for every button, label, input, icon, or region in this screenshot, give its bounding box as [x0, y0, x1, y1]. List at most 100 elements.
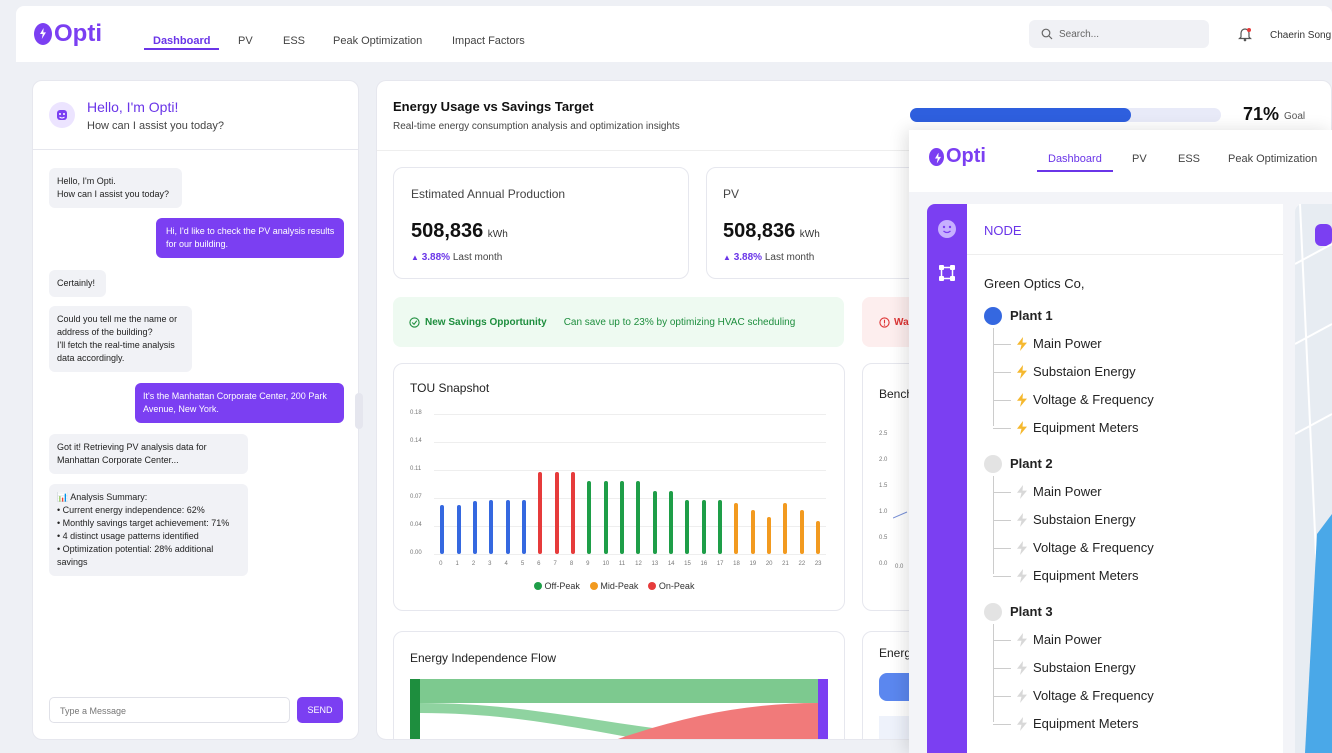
plant-node[interactable]: Plant 3	[1010, 604, 1053, 619]
bar[interactable]	[799, 510, 804, 554]
plant-icon	[984, 307, 1002, 325]
savings-alert[interactable]: New Savings Opportunity Can save up to 2…	[393, 297, 844, 347]
tree-branch	[993, 400, 1011, 401]
bar[interactable]	[505, 499, 510, 554]
bar[interactable]	[538, 472, 543, 554]
overlay-tab-dashboard[interactable]: Dashboard	[1048, 153, 1102, 165]
tree-branch	[993, 520, 1011, 521]
y-tick-label: 0.11	[410, 466, 422, 472]
bar[interactable]	[668, 491, 673, 554]
bar[interactable]	[472, 501, 477, 554]
tab-dashboard[interactable]: Dashboard	[153, 35, 210, 47]
bar[interactable]	[456, 505, 461, 554]
tree-branch	[993, 492, 1011, 493]
search-input[interactable]: Search...	[1029, 20, 1209, 48]
bar[interactable]	[815, 520, 820, 554]
bolt-icon	[1017, 633, 1027, 647]
bar[interactable]	[636, 480, 641, 554]
bolt-icon	[1017, 485, 1027, 499]
bar[interactable]	[587, 480, 592, 554]
overlay-tab-ess[interactable]: ESS	[1178, 153, 1200, 165]
bar[interactable]	[489, 499, 494, 554]
x-tick-label: 8	[569, 561, 574, 567]
bar[interactable]	[701, 499, 706, 554]
bar[interactable]	[750, 510, 755, 554]
tree-leaf[interactable]: Main Power	[1033, 484, 1102, 499]
bar[interactable]	[734, 503, 739, 554]
legend-mid-peak: Mid-Peak	[589, 581, 638, 591]
bell-icon[interactable]	[1238, 27, 1252, 42]
kpi-unit: kWh	[487, 229, 508, 240]
message-input[interactable]: Type a Message	[49, 697, 290, 723]
tree-leaf[interactable]: Substaion Energy	[1033, 364, 1136, 379]
map-preview	[1295, 204, 1332, 753]
x-tick-label: 20	[765, 561, 773, 567]
bolt-icon	[1017, 569, 1027, 583]
tab-peak-optimization[interactable]: Peak Optimization	[333, 35, 422, 47]
bar[interactable]	[521, 499, 526, 554]
chat-scrollbar[interactable]	[355, 393, 363, 429]
tab-pv[interactable]: PV	[238, 35, 253, 47]
grid-line	[434, 470, 826, 471]
x-tick-label: 11	[618, 561, 626, 567]
tree-leaf[interactable]: Voltage & Frequency	[1033, 688, 1154, 703]
bar[interactable]	[685, 499, 690, 554]
x-tick-label: 13	[651, 561, 659, 567]
bar[interactable]	[717, 499, 722, 554]
app-logo[interactable]: Opti	[34, 20, 102, 48]
node-tree-panel: NODE Green Optics Co, Plant 1 Main Power S…	[967, 204, 1283, 753]
grid-line	[434, 554, 826, 555]
tree-leaf[interactable]: Substaion Energy	[1033, 512, 1136, 527]
sankey-diagram	[410, 679, 828, 739]
tree-leaf[interactable]: Equipment Meters	[1033, 568, 1139, 583]
tree-branch	[993, 548, 1011, 549]
tree-leaf[interactable]: Main Power	[1033, 632, 1102, 647]
bar[interactable]	[619, 480, 624, 554]
bolt-icon	[1017, 337, 1027, 351]
x-tick-label: 17	[716, 561, 724, 567]
bar[interactable]	[440, 505, 445, 554]
overlay-tab-pv[interactable]: PV	[1132, 153, 1147, 165]
tree-leaf[interactable]: Voltage & Frequency	[1033, 540, 1154, 555]
tree-leaf[interactable]: Substaion Energy	[1033, 660, 1136, 675]
tree-leaf[interactable]: Equipment Meters	[1033, 420, 1139, 435]
tree-branch	[993, 344, 1011, 345]
x-tick-label: 7	[553, 561, 557, 567]
plant-node[interactable]: Plant 1	[1010, 308, 1053, 323]
bar[interactable]	[652, 491, 657, 554]
bar[interactable]	[570, 472, 575, 554]
send-button[interactable]: SEND	[297, 697, 343, 723]
tree-leaf[interactable]: Voltage & Frequency	[1033, 392, 1154, 407]
chat-title: Hello, I'm Opti!	[87, 99, 179, 115]
page-title: Energy Usage vs Savings Target	[393, 99, 594, 114]
plant-node[interactable]: Plant 2	[1010, 456, 1053, 471]
overlay-sidebar	[927, 204, 967, 753]
warning-circle-icon	[879, 316, 890, 328]
bar[interactable]	[603, 480, 608, 554]
tree-leaf[interactable]: Equipment Meters	[1033, 716, 1139, 731]
bar[interactable]	[554, 472, 559, 554]
bench-y-ticks: 2.5 2.0 1.5 1.0 0.5 0.0	[879, 431, 888, 567]
user-name[interactable]: Chaerin Song	[1270, 30, 1331, 41]
bar[interactable]	[783, 503, 788, 554]
smiley-icon[interactable]	[937, 219, 957, 239]
plant-tree: Plant 1 Main Power Substaion Energy Voltage…	[967, 204, 1283, 753]
plant-icon	[984, 455, 1002, 473]
chart-legend: Off-Peak Mid-Peak On-Peak	[534, 581, 694, 591]
node-graph-icon[interactable]	[937, 263, 957, 283]
bar[interactable]	[766, 517, 771, 554]
tab-ess[interactable]: ESS	[283, 35, 305, 47]
y-tick-label: 0.18	[410, 410, 422, 416]
x-tick-label: 10	[602, 561, 610, 567]
x-tick-label: 16	[700, 561, 708, 567]
tree-leaf[interactable]: Main Power	[1033, 336, 1102, 351]
overlay-tab-peak-optimization[interactable]: Peak Optimization	[1228, 153, 1317, 165]
smiley-icon	[57, 110, 67, 120]
alert-title: Wa	[894, 316, 909, 328]
kpi-label: Estimated Annual Production	[411, 187, 566, 201]
overlay-logo[interactable]: Opti	[929, 145, 986, 168]
plant-icon	[984, 603, 1002, 621]
tab-impact-factors[interactable]: Impact Factors	[452, 35, 525, 47]
tree-branch	[993, 576, 1011, 577]
tree-line	[993, 328, 994, 426]
